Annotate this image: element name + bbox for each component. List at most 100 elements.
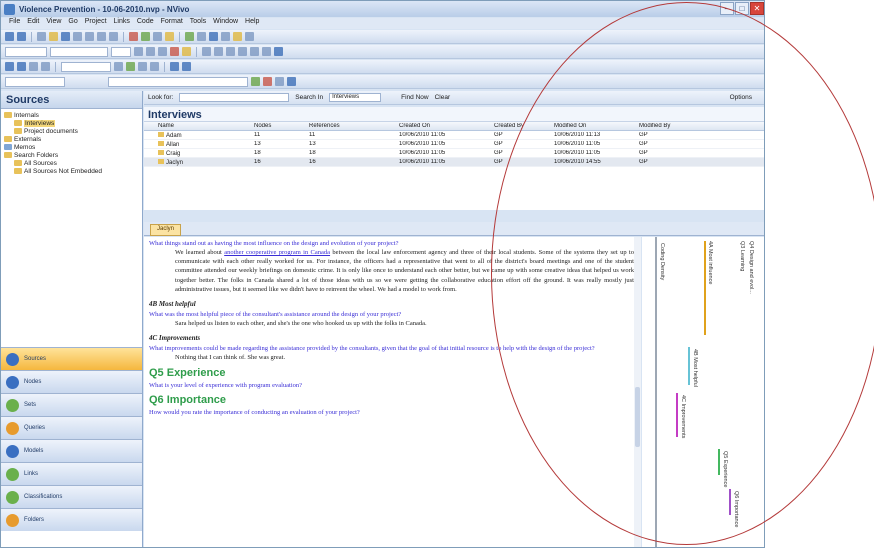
- print-icon[interactable]: [73, 32, 82, 41]
- minimize-button[interactable]: –: [720, 2, 734, 15]
- refresh-icon[interactable]: [185, 32, 194, 41]
- find-now-button[interactable]: Find Now: [401, 94, 428, 101]
- align-left-icon[interactable]: [202, 47, 211, 56]
- help-icon[interactable]: [245, 32, 254, 41]
- stripe-label[interactable]: Q5 Experience: [722, 451, 728, 487]
- coding-stripe-q6[interactable]: [729, 489, 731, 515]
- menu-window[interactable]: Window: [213, 18, 238, 29]
- style-combo[interactable]: [5, 46, 47, 57]
- document-view[interactable]: What things stand out as having the most…: [144, 237, 641, 547]
- font-combo[interactable]: [50, 46, 108, 57]
- bullets-icon[interactable]: [238, 47, 247, 56]
- see-also-icon[interactable]: [150, 62, 159, 71]
- code-icon[interactable]: [251, 77, 260, 86]
- search-in-combo[interactable]: Interviews: [329, 93, 382, 102]
- dock-icon[interactable]: [182, 62, 191, 71]
- options-button[interactable]: Options: [730, 94, 752, 101]
- code-at-combo[interactable]: [5, 76, 65, 87]
- numbering-icon[interactable]: [250, 47, 259, 56]
- undo-icon[interactable]: [141, 32, 150, 41]
- close-button[interactable]: ✕: [750, 2, 764, 15]
- align-right-icon[interactable]: [226, 47, 235, 56]
- table-row[interactable]: Allan 13 13 10/06/2010 11:05 GP 10/06/20…: [144, 140, 764, 149]
- table-row[interactable]: Adam 11 11 10/06/2010 11:05 GP 10/06/201…: [144, 131, 764, 140]
- stripe-label[interactable]: 4B Most helpful: [692, 349, 698, 387]
- scrollbar-thumb[interactable]: [635, 387, 640, 447]
- tree-item-all-sources-not-embedded[interactable]: All Sources Not Embedded: [4, 167, 142, 175]
- menu-project[interactable]: Project: [85, 18, 107, 29]
- stripe-label[interactable]: 4C Improvements: [680, 395, 686, 438]
- column-header-created-by[interactable]: Created By: [494, 123, 554, 129]
- forward-icon[interactable]: [17, 32, 26, 41]
- coding-stripe-4a[interactable]: [704, 241, 706, 335]
- coded-reference-link[interactable]: another cooperative program in Canada: [224, 249, 330, 256]
- annotations-icon[interactable]: [138, 62, 147, 71]
- table-row-selected[interactable]: Jaclyn 16 16 10/06/2010 11:05 GP 10/06/2…: [144, 158, 764, 167]
- tree-item-project-documents[interactable]: Project documents: [4, 127, 142, 135]
- save-icon[interactable]: [61, 32, 70, 41]
- document-scrollbar[interactable]: [634, 237, 641, 547]
- bold-icon[interactable]: [134, 47, 143, 56]
- tree-item-externals[interactable]: Externals: [4, 135, 142, 143]
- nav-models-button[interactable]: Models: [1, 439, 142, 462]
- tree-item-interviews[interactable]: Interviews: [4, 119, 142, 127]
- column-header-nodes[interactable]: Nodes: [254, 123, 309, 129]
- stripe-label[interactable]: Q3 Learning: [739, 241, 745, 271]
- coding-stripe-q5[interactable]: [718, 449, 720, 475]
- menu-help[interactable]: Help: [245, 18, 259, 29]
- view-detail-icon[interactable]: [17, 62, 26, 71]
- maximize-button[interactable]: □: [735, 2, 749, 15]
- find-icon[interactable]: [221, 32, 230, 41]
- nav-classifications-button[interactable]: Classifications: [1, 485, 142, 508]
- view-tree-icon[interactable]: [41, 62, 50, 71]
- nav-sets-button[interactable]: Sets: [1, 393, 142, 416]
- zoom-icon[interactable]: [209, 32, 218, 41]
- cut-icon[interactable]: [85, 32, 94, 41]
- view-grid-icon[interactable]: [29, 62, 38, 71]
- code-new-node-icon[interactable]: [287, 77, 296, 86]
- in-vivo-icon[interactable]: [275, 77, 284, 86]
- stripe-label[interactable]: 4A Most influence: [707, 241, 713, 284]
- paste-icon[interactable]: [109, 32, 118, 41]
- menu-code[interactable]: Code: [137, 18, 154, 29]
- nav-queries-button[interactable]: Queries: [1, 416, 142, 439]
- look-for-input[interactable]: [179, 93, 290, 102]
- menu-tools[interactable]: Tools: [190, 18, 206, 29]
- menu-file[interactable]: File: [9, 18, 20, 29]
- find-replace-icon[interactable]: [274, 47, 283, 56]
- nav-links-button[interactable]: Links: [1, 462, 142, 485]
- menu-view[interactable]: View: [46, 18, 61, 29]
- layout-icon[interactable]: [170, 62, 179, 71]
- column-header-modified-by[interactable]: Modified By: [639, 123, 709, 129]
- tree-item-all-sources[interactable]: All Sources: [4, 159, 142, 167]
- column-header-created-on[interactable]: Created On: [399, 123, 494, 129]
- coding-stripe-4b[interactable]: [688, 347, 690, 385]
- links-icon[interactable]: [197, 32, 206, 41]
- highlight-coding-icon[interactable]: [126, 62, 135, 71]
- font-size-combo[interactable]: [111, 46, 131, 57]
- nav-folders-button[interactable]: Folders: [1, 508, 142, 531]
- table-row[interactable]: Craig 18 18 10/06/2010 11:05 GP 10/06/20…: [144, 149, 764, 158]
- highlight-icon[interactable]: [182, 47, 191, 56]
- uncode-icon[interactable]: [263, 77, 272, 86]
- column-header-modified-on[interactable]: Modified On: [554, 123, 639, 129]
- menu-go[interactable]: Go: [68, 18, 77, 29]
- tab-document[interactable]: Jaclyn: [150, 224, 182, 236]
- memo-icon[interactable]: [233, 32, 242, 41]
- back-icon[interactable]: [5, 32, 14, 41]
- tree-item-internals[interactable]: Internals: [4, 111, 142, 119]
- node-name-combo[interactable]: [108, 76, 248, 87]
- underline-icon[interactable]: [158, 47, 167, 56]
- properties-icon[interactable]: [165, 32, 174, 41]
- indent-icon[interactable]: [262, 47, 271, 56]
- clear-button[interactable]: Clear: [435, 94, 451, 101]
- nav-nodes-button[interactable]: Nodes: [1, 370, 142, 393]
- copy-icon[interactable]: [97, 32, 106, 41]
- italic-icon[interactable]: [146, 47, 155, 56]
- new-icon[interactable]: [37, 32, 46, 41]
- menu-edit[interactable]: Edit: [27, 18, 39, 29]
- zoom-combo[interactable]: [61, 61, 111, 72]
- menu-format[interactable]: Format: [161, 18, 183, 29]
- open-icon[interactable]: [49, 32, 58, 41]
- view-list-icon[interactable]: [5, 62, 14, 71]
